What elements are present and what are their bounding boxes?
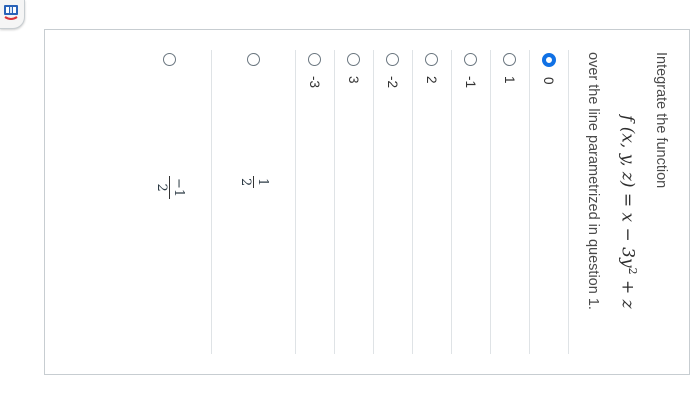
answer-option-6[interactable]: -3 xyxy=(296,50,335,354)
radio-icon[interactable] xyxy=(503,53,517,66)
question-content: Integrate the function f (x, y, z) = x −… xyxy=(45,30,689,374)
answer-fraction: −1 2 xyxy=(154,176,186,200)
radio-icon[interactable] xyxy=(247,53,260,66)
answer-option-2[interactable]: -1 xyxy=(452,50,491,354)
fraction-numerator: −1 xyxy=(169,176,186,200)
radio-icon[interactable] xyxy=(464,53,478,66)
prompt-after: over the line parametrized in question 1… xyxy=(585,52,601,310)
answer-fraction: 1 2 xyxy=(238,176,270,189)
question-frame: Integrate the function f (x, y, z) = x −… xyxy=(44,29,690,375)
app-corner-icon[interactable] xyxy=(0,0,25,29)
answer-option-1[interactable]: 1 xyxy=(491,50,530,354)
radio-icon[interactable] xyxy=(308,53,322,66)
answer-option-4[interactable]: -2 xyxy=(374,50,413,354)
prompt-before: Integrate the function xyxy=(653,52,669,189)
quiz-app-icon xyxy=(4,5,18,20)
fraction-numerator: 1 xyxy=(253,176,270,189)
answer-label: 1 xyxy=(502,76,518,84)
answer-option-0[interactable]: 0 xyxy=(530,50,569,354)
answer-option-7[interactable]: 1 2 xyxy=(212,50,296,354)
answer-option-5[interactable]: 3 xyxy=(335,50,374,354)
radio-icon[interactable] xyxy=(347,53,361,66)
radio-selected-icon[interactable] xyxy=(542,53,556,67)
answer-option-3[interactable]: 2 xyxy=(413,50,452,354)
formula: f (x, y, z) = x − 3y2 + z xyxy=(617,115,639,309)
answer-label: -3 xyxy=(307,76,323,89)
answer-label: 0 xyxy=(541,77,557,85)
answer-label: -1 xyxy=(463,76,479,89)
fraction-denominator: 2 xyxy=(238,178,253,187)
radio-icon[interactable] xyxy=(425,53,439,66)
radio-icon[interactable] xyxy=(386,53,400,66)
fraction-denominator: 2 xyxy=(154,183,169,192)
answer-label: -2 xyxy=(385,76,401,89)
answer-label: 2 xyxy=(424,76,440,84)
answer-option-8[interactable]: −1 2 xyxy=(128,50,212,354)
answer-label: 3 xyxy=(346,76,362,84)
radio-icon[interactable] xyxy=(163,53,176,66)
